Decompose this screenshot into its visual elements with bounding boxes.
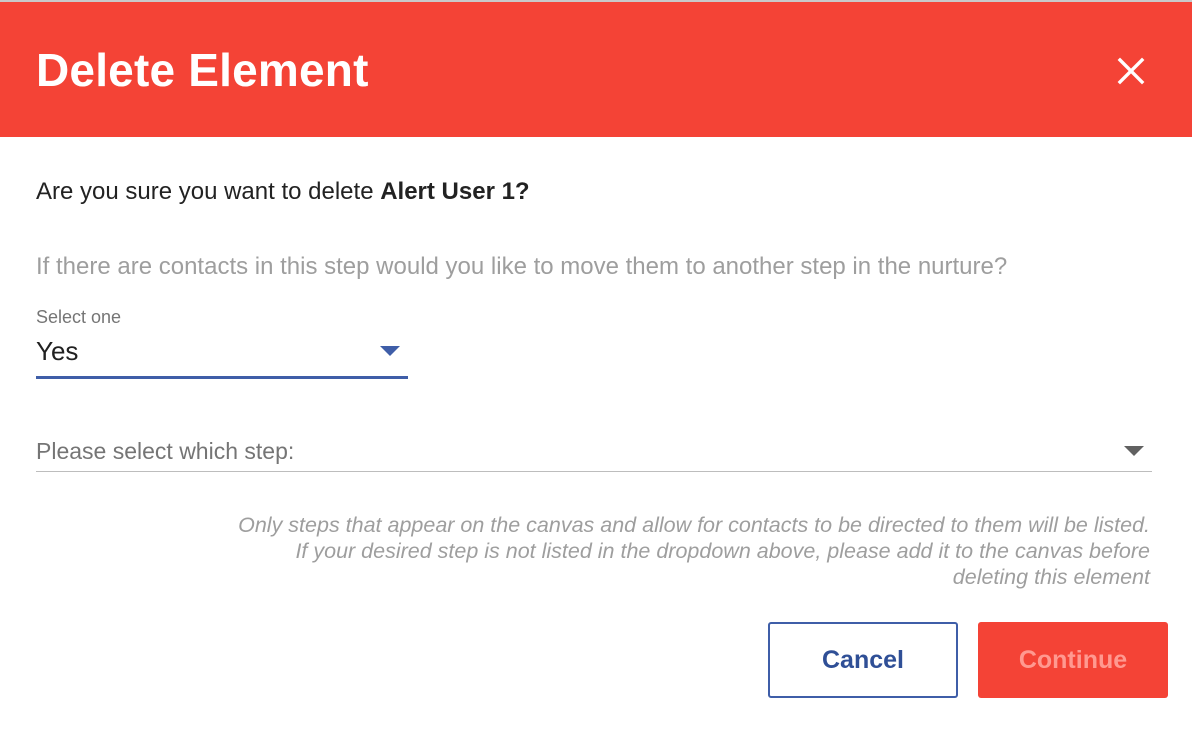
close-button[interactable] bbox=[1112, 52, 1150, 90]
help-note: Only steps that appear on the canvas and… bbox=[140, 512, 1150, 590]
delete-element-dialog: Delete Element Are you sure you want to … bbox=[0, 0, 1192, 734]
select-label: Select one bbox=[36, 307, 122, 327]
help-note-line: If your desired step is not listed in th… bbox=[295, 539, 1150, 563]
step-select-underline bbox=[36, 471, 1152, 472]
step-select-dropdown[interactable]: Please select which step: bbox=[36, 432, 1152, 474]
cancel-button[interactable]: Cancel bbox=[768, 622, 958, 698]
step-select-placeholder: Please select which step: bbox=[36, 438, 295, 464]
dialog-title: Delete Element bbox=[36, 44, 369, 96]
close-icon bbox=[1117, 57, 1145, 85]
move-contacts-question: If there are contacts in this step would… bbox=[36, 253, 1008, 280]
select-underline bbox=[36, 376, 408, 379]
continue-button[interactable]: Continue bbox=[978, 622, 1168, 698]
caret-down-icon bbox=[380, 346, 400, 356]
caret-down-icon bbox=[1124, 446, 1144, 456]
help-note-line: Only steps that appear on the canvas and… bbox=[238, 513, 1150, 537]
select-value: Yes bbox=[36, 336, 79, 366]
dialog-header: Delete Element bbox=[0, 0, 1192, 137]
confirm-prefix: Are you sure you want to delete bbox=[36, 178, 381, 205]
element-name: Alert User 1? bbox=[380, 178, 530, 205]
move-contacts-select[interactable]: Select one Yes bbox=[36, 305, 408, 381]
help-note-line: deleting this element bbox=[952, 565, 1150, 589]
confirm-message: Are you sure you want to delete Alert Us… bbox=[36, 177, 530, 207]
